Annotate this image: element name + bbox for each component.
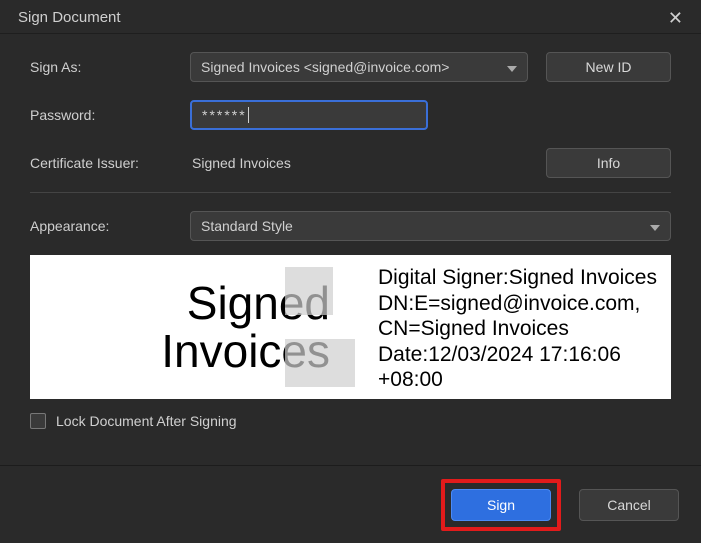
lock-checkbox[interactable] — [30, 413, 46, 429]
sign-as-value: Signed Invoices <signed@invoice.com> — [201, 59, 449, 75]
close-icon[interactable]: ✕ — [662, 7, 689, 29]
new-id-button[interactable]: New ID — [546, 52, 671, 82]
lock-row: Lock Document After Signing — [30, 413, 671, 429]
preview-line-date: Date:12/03/2024 17:16:06 — [378, 342, 661, 368]
preview-line-tz: +08:00 — [378, 367, 661, 393]
appearance-row: Appearance: Standard Style — [30, 211, 671, 241]
chevron-down-icon — [507, 59, 517, 75]
appearance-select[interactable]: Standard Style — [190, 211, 671, 241]
divider — [30, 192, 671, 193]
appearance-value: Standard Style — [201, 218, 293, 234]
issuer-value: Signed Invoices — [190, 155, 546, 171]
cancel-button[interactable]: Cancel — [579, 489, 679, 521]
password-row: Password: ****** — [30, 100, 671, 130]
titlebar: Sign Document ✕ — [0, 0, 701, 34]
password-label: Password: — [30, 107, 190, 123]
appearance-label: Appearance: — [30, 218, 190, 234]
issuer-row: Certificate Issuer: Signed Invoices Info — [30, 148, 671, 178]
sign-highlight: Sign — [441, 479, 561, 531]
password-value: ****** — [202, 107, 247, 123]
preview-details: Digital Signer:Signed Invoices DN:E=sign… — [340, 259, 661, 395]
info-button[interactable]: Info — [546, 148, 671, 178]
sign-as-row: Sign As: Signed Invoices <signed@invoice… — [30, 52, 671, 82]
preview-line-signer: Digital Signer:Signed Invoices — [378, 265, 661, 291]
preview-line-dn2: CN=Signed Invoices — [378, 316, 661, 342]
lock-label: Lock Document After Signing — [56, 413, 237, 429]
sign-button[interactable]: Sign — [451, 489, 551, 521]
issuer-label: Certificate Issuer: — [30, 155, 190, 171]
password-input[interactable]: ****** — [190, 100, 428, 130]
dialog-footer: Sign Cancel — [0, 465, 701, 543]
dialog-title: Sign Document — [18, 9, 121, 26]
signature-preview: Signed Invoices Digital Signer:Signed In… — [30, 255, 671, 399]
sign-as-select[interactable]: Signed Invoices <signed@invoice.com> — [190, 52, 528, 82]
sign-as-label: Sign As: — [30, 59, 190, 75]
preview-line-dn1: DN:E=signed@invoice.com, — [378, 291, 661, 317]
chevron-down-icon — [650, 218, 660, 234]
dialog-content: Sign As: Signed Invoices <signed@invoice… — [0, 34, 701, 439]
text-cursor — [248, 107, 249, 123]
